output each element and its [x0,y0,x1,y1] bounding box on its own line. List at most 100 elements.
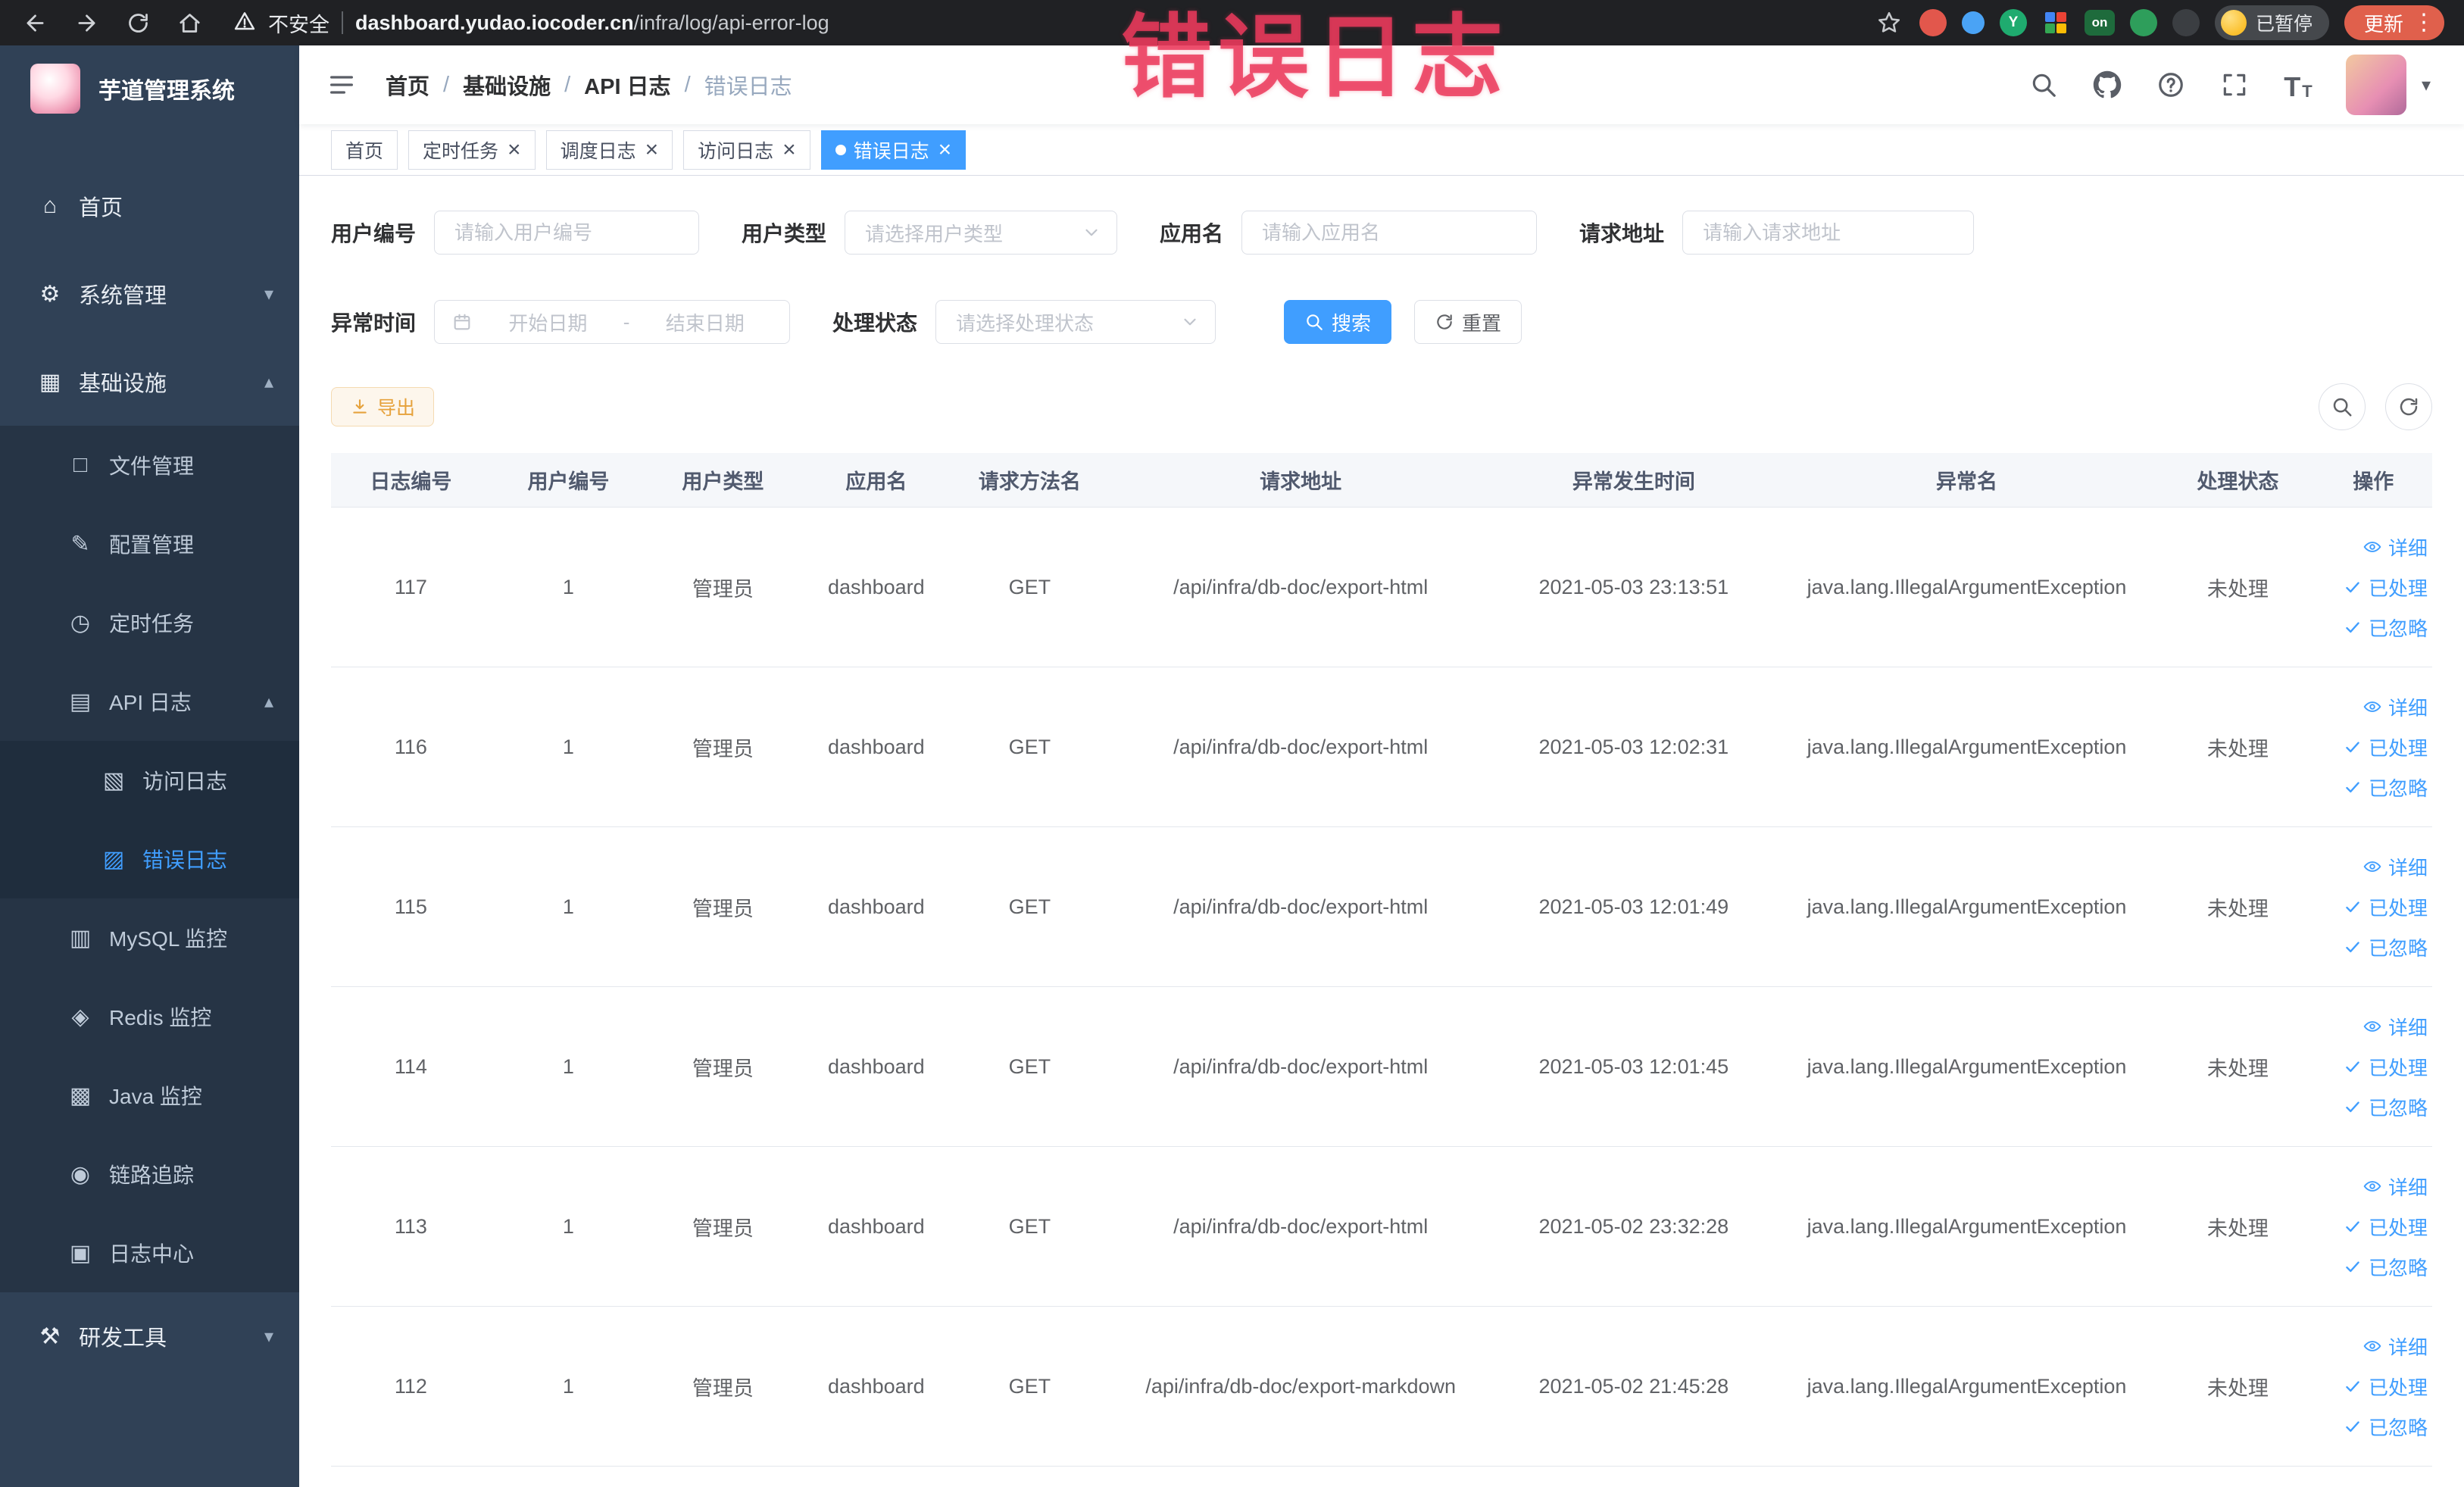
font-size-icon[interactable]: TT [2282,69,2314,101]
hamburger-icon[interactable] [325,68,358,102]
sidebar-item-redis-monitor[interactable]: ◈ Redis 监控 [0,977,299,1056]
sidebar-item-system-management[interactable]: ⚙ 系统管理 ▾ [0,250,299,338]
user-avatar[interactable] [2345,55,2406,115]
refresh-table-button[interactable] [2385,383,2432,430]
tab-close-icon[interactable]: × [782,138,796,161]
sidebar-item-file-management[interactable]: □ 文件管理 [0,426,299,505]
sidebar-item-java-monitor[interactable]: ▩ Java 监控 [0,1056,299,1135]
request-url-input[interactable] [1682,211,1975,255]
github-icon[interactable] [2091,69,2123,101]
profile-paused-badge[interactable]: 已暂停 [2214,5,2329,40]
mark-processed-link[interactable]: 已处理 [2343,1053,2428,1081]
not-secure-warning-icon [233,10,256,36]
export-button[interactable]: 导出 [331,387,435,426]
sidebar-item-api-log[interactable]: ▤ API 日志 ▴ [0,662,299,741]
sidebar-item-label: 文件管理 [109,455,195,478]
detail-link[interactable]: 详细 [2363,1173,2428,1201]
sidebar-item-scheduled-tasks[interactable]: ◷ 定时任务 [0,583,299,662]
extension-icon-on-badge[interactable]: on [2084,10,2115,36]
mark-processed-link[interactable]: 已处理 [2343,1373,2428,1401]
breadcrumb-item[interactable]: 基础设施 [463,69,551,101]
mark-ignored-link[interactable]: 已忽略 [2343,933,2428,961]
mark-processed-link[interactable]: 已处理 [2343,1213,2428,1241]
sidebar-item-infrastructure[interactable]: ▦ 基础设施 ▴ [0,338,299,426]
process-status-select[interactable]: 请选择处理状态 [935,300,1216,344]
tab-home[interactable]: 首页 [331,130,398,170]
bookmark-star-icon[interactable] [1874,8,1904,38]
tab-error-log[interactable]: 错误日志 × [820,130,967,170]
grid-icon [2044,12,2055,22]
detail-link[interactable]: 详细 [2363,533,2428,561]
breadcrumb-item: 错误日志 [704,75,792,99]
app-name-input[interactable] [1241,211,1538,255]
page-url: dashboard.yudao.iocoder.cn/infra/log/api… [355,11,829,35]
detail-link[interactable]: 详细 [2363,1332,2428,1360]
fullscreen-icon[interactable] [2219,69,2250,101]
reload-button[interactable] [123,8,153,38]
extension-icon-green[interactable] [2129,9,2157,36]
eye-icon [2363,861,2381,872]
forward-button[interactable] [71,8,101,38]
tab-close-icon[interactable]: × [507,138,521,161]
mark-ignored-link[interactable]: 已忽略 [2343,1093,2428,1121]
check-icon [2346,1421,2359,1432]
mark-ignored-link-label: 已忽略 [2368,1096,2428,1120]
user-id-input[interactable] [434,211,700,255]
detail-link[interactable]: 详细 [2363,853,2428,881]
check-icon [2346,582,2359,593]
address-bar[interactable]: 不安全 dashboard.yudao.iocoder.cn/infra/log… [233,8,1853,38]
search-button[interactable]: 搜索 [1284,300,1392,344]
extension-icon-red[interactable] [1919,9,1947,36]
cell-exception-name: java.lang.IllegalArgumentException [1807,1374,2127,1398]
home-button[interactable] [174,8,205,38]
tab-scheduled-tasks[interactable]: 定时任务 × [408,130,536,170]
end-date-placeholder: 结束日期 [665,311,745,335]
tab-close-icon[interactable]: × [938,138,952,161]
check-icon [2346,1221,2359,1232]
extension-icon-blue[interactable] [1961,11,1985,34]
mark-ignored-link[interactable]: 已忽略 [2343,1253,2428,1281]
update-button[interactable]: 更新 ⋮ [2344,5,2444,40]
mark-processed-link[interactable]: 已处理 [2343,893,2428,921]
sidebar-item-home[interactable]: ⌂ 首页 [0,162,299,250]
detail-link[interactable]: 详细 [2363,693,2428,721]
detail-link-label: 详细 [2387,1016,2428,1039]
sidebar-logo[interactable]: 芋道管理系统 [0,45,299,132]
user-type-select[interactable]: 请选择用户类型 [845,211,1118,255]
mark-processed-link[interactable]: 已处理 [2343,573,2428,601]
search-icon[interactable] [2028,69,2060,101]
sidebar-item-error-log[interactable]: ▨ 错误日志 [0,820,299,898]
sidebar-item-trace[interactable]: ◉ 链路追踪 [0,1135,299,1214]
sidebar-item-dev-tools[interactable]: ⚒ 研发工具 ▾ [0,1292,299,1380]
sidebar-item-label: 定时任务 [109,612,195,636]
sidebar-item-config-management[interactable]: ✎ 配置管理 [0,505,299,583]
help-icon[interactable] [2155,69,2187,101]
mark-ignored-link[interactable]: 已忽略 [2343,773,2428,801]
breadcrumb-item[interactable]: API 日志 [584,69,670,101]
mark-processed-link[interactable]: 已处理 [2343,733,2428,761]
reset-button[interactable]: 重置 [1414,300,1522,344]
tools-icon: ⚒ [39,1323,61,1349]
sidebar-item-log-center[interactable]: ▣ 日志中心 [0,1214,299,1292]
tab-close-icon[interactable]: × [645,138,659,161]
back-button[interactable] [20,8,50,38]
tab-schedule-log[interactable]: 调度日志 × [545,130,673,170]
cell-request-url: /api/infra/db-doc/export-html [1173,575,1429,598]
detail-link[interactable]: 详细 [2363,1013,2428,1041]
mark-ignored-link[interactable]: 已忽略 [2343,614,2428,642]
cell-user-id: 1 [562,895,574,918]
tab-access-log[interactable]: 访问日志 × [683,130,810,170]
mark-ignored-link[interactable]: 已忽略 [2343,1413,2428,1441]
sidebar-item-mysql-monitor[interactable]: ▥ MySQL 监控 [0,898,299,977]
check-icon [2346,1061,2359,1073]
exception-time-range-picker[interactable]: 开始日期 - 结束日期 [434,300,791,344]
toggle-search-button[interactable] [2319,383,2366,430]
sidebar-item-access-log[interactable]: ▧ 访问日志 [0,741,299,820]
extension-icon-green-y[interactable]: Y [1999,9,2027,36]
column-header: 异常名 [1936,470,1998,493]
extension-icon-grid[interactable] [2042,9,2069,36]
extension-icon-dark[interactable] [2172,9,2200,36]
cell-app-name: dashboard [828,1054,925,1078]
breadcrumb-item[interactable]: 首页 [386,69,429,101]
browser-menu-dots-icon[interactable]: ⋮ [2412,11,2435,34]
